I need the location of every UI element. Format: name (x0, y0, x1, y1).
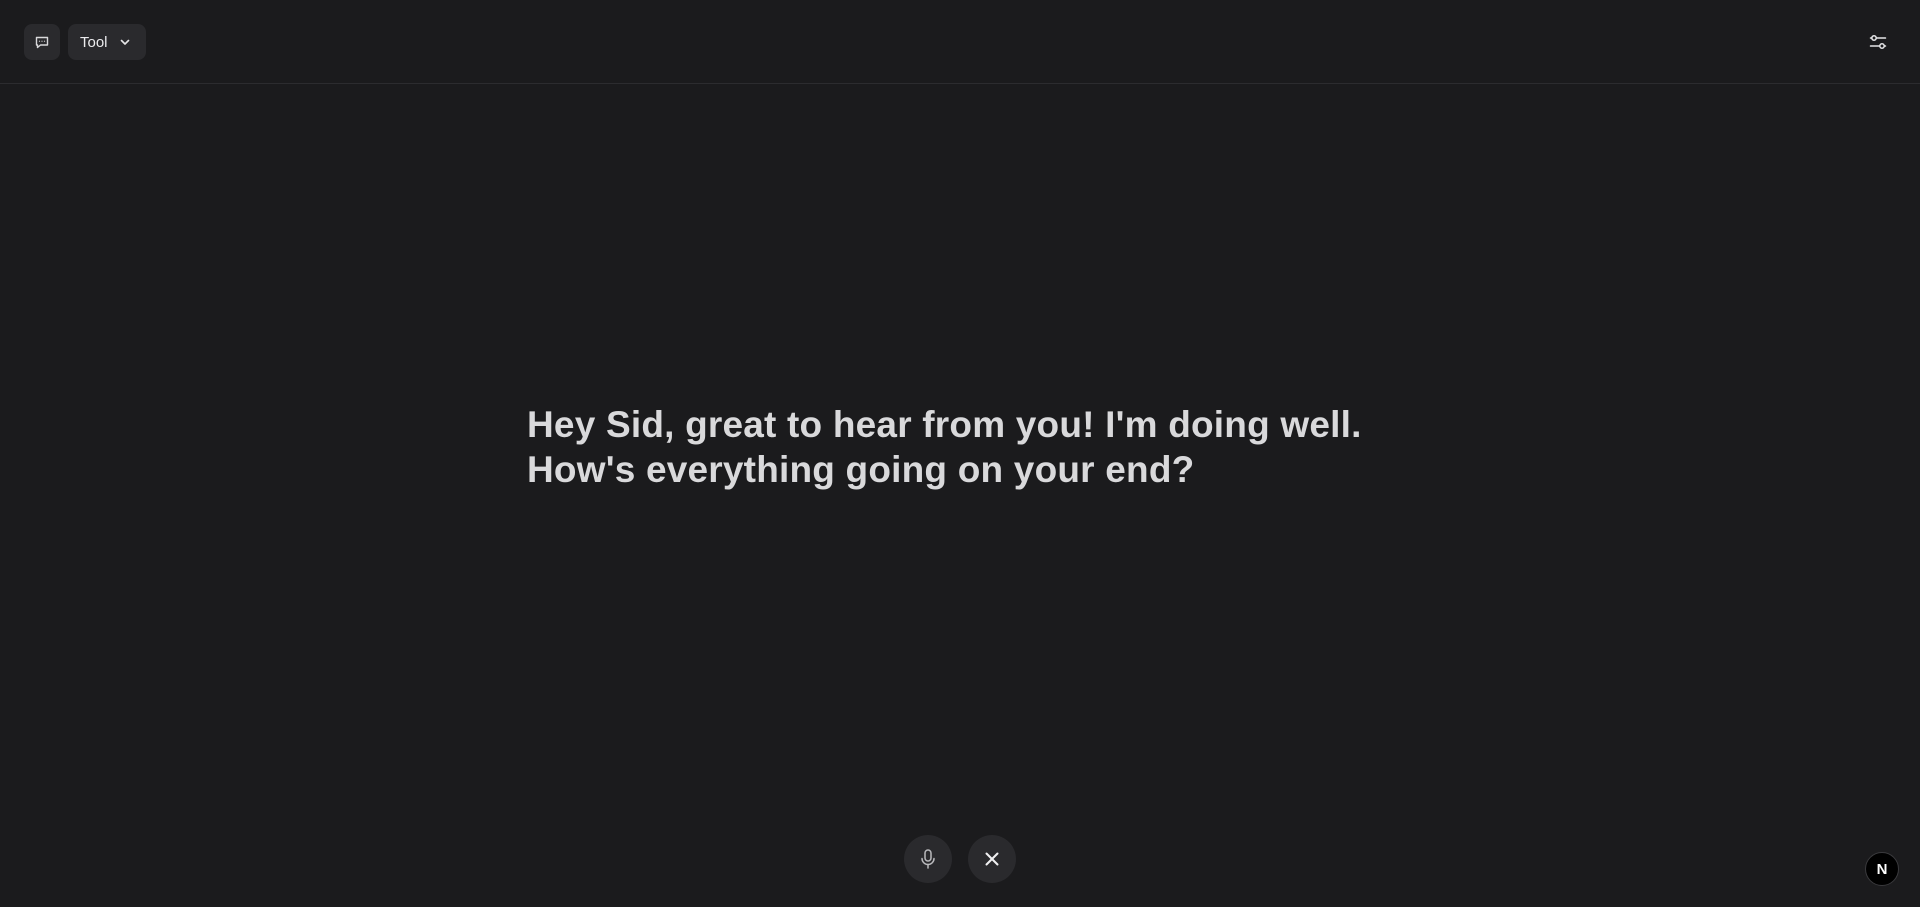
microphone-icon (918, 848, 938, 870)
message-line: How's everything going on your end? (527, 449, 1195, 490)
top-bar: Tool (0, 0, 1920, 84)
assistant-message: Hey Sid, great to hear from you! I'm doi… (527, 402, 1407, 492)
chat-toggle-button[interactable] (24, 24, 60, 60)
badge-letter: N (1876, 860, 1888, 878)
end-session-button[interactable] (968, 835, 1016, 883)
voice-chat-app: Tool Hey Sid, great to hear from you! I'… (0, 0, 1920, 907)
tool-dropdown[interactable]: Tool (68, 24, 146, 60)
close-icon (983, 850, 1001, 868)
sliders-icon (1869, 33, 1887, 51)
chevron-down-icon (118, 35, 132, 49)
settings-button[interactable] (1862, 24, 1894, 60)
microphone-button[interactable] (904, 835, 952, 883)
tool-dropdown-label: Tool (80, 33, 108, 51)
dev-tools-badge[interactable]: N (1865, 852, 1899, 886)
message-line: Hey Sid, great to hear from you! I'm doi… (527, 404, 1362, 445)
chat-bubble-icon (34, 34, 50, 50)
